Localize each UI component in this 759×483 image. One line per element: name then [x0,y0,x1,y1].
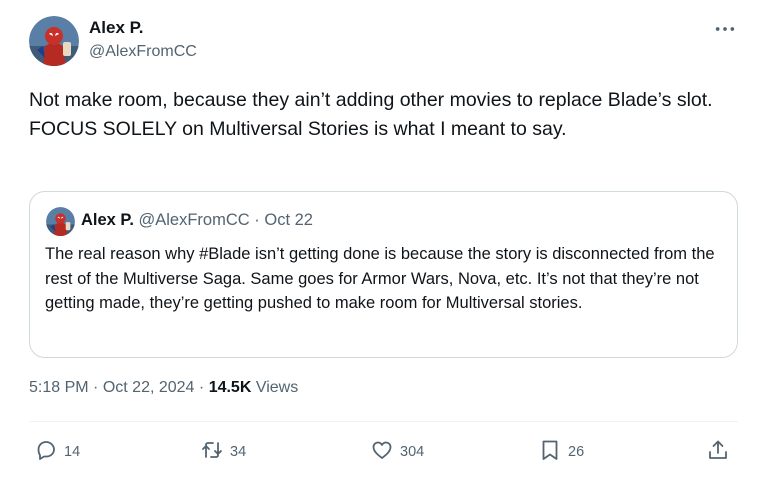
quoted-header: Alex P. @AlexFromCC · Oct 22 [81,211,313,230]
repost-icon [200,438,224,467]
meta-separator: · [198,379,205,396]
repost-button[interactable]: 34 [200,437,246,467]
heart-icon [370,438,394,467]
author-handle[interactable]: @AlexFromCC [89,43,197,61]
reply-icon [34,438,58,467]
author-name[interactable]: Alex P. [89,18,144,38]
like-button[interactable]: 304 [370,437,424,467]
reply-count: 14 [64,444,81,460]
share-button[interactable] [706,437,730,467]
more-icon[interactable] [710,18,740,40]
bookmark-icon [538,438,562,467]
quoted-author-handle: @AlexFromCC [138,211,250,229]
tweet-meta: 5:18 PM · Oct 22, 2024 · 14.5K Views [29,379,298,397]
quoted-separator: · [254,211,260,229]
quoted-avatar [46,207,75,236]
tweet-date[interactable]: Oct 22, 2024 [103,379,195,396]
tweet-time[interactable]: 5:18 PM [29,379,89,396]
bookmark-count: 26 [568,444,585,460]
action-bar: 14 34 304 26 [0,437,759,467]
meta-separator: · [93,379,99,396]
reply-button[interactable]: 14 [34,437,80,467]
views-count: 14.5K [208,379,252,396]
tweet-text: Not make room, because they ain’t adding… [29,89,713,140]
quoted-author-name: Alex P. [81,211,134,229]
quoted-text: The real reason why #Blade isn’t getting… [45,245,715,312]
like-count: 304 [400,444,425,460]
bookmark-button[interactable]: 26 [538,437,584,467]
repost-count: 34 [230,444,247,460]
views-label: Views [255,379,299,396]
divider [29,421,738,422]
share-icon [706,438,730,467]
quoted-tweet[interactable]: Alex P. @AlexFromCC · Oct 22 The real re… [29,191,738,358]
tweet: Alex P. @AlexFromCC Not make room, becau… [0,0,759,483]
quoted-date: Oct 22 [264,211,313,229]
avatar[interactable] [29,16,79,66]
